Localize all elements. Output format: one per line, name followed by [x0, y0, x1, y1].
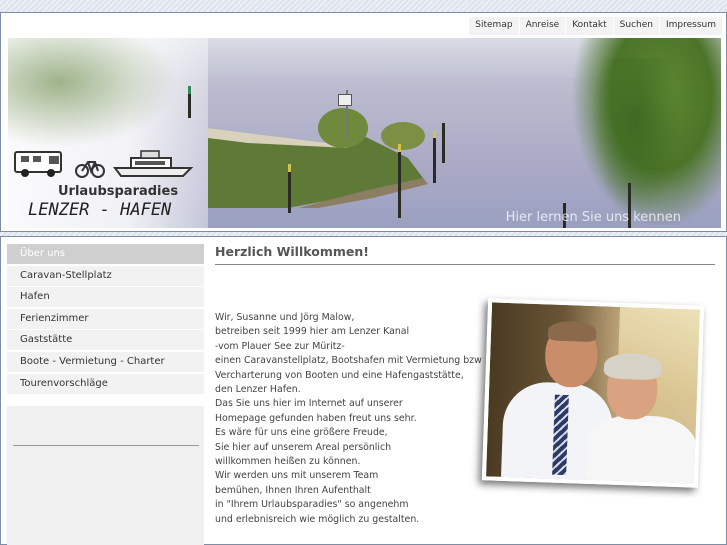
- title-divider: [215, 264, 715, 265]
- welcome-text: Wir, Susanne und Jörg Malow, betreiben s…: [215, 312, 482, 525]
- sidebar-divider: [13, 445, 199, 446]
- marker-pole: [442, 123, 445, 163]
- nav-kontakt-link[interactable]: Kontakt: [565, 17, 612, 35]
- banner-trees-right-dark: [591, 58, 681, 218]
- main-content: Herzlich Willkommen! Wir, Susanne und Jö…: [215, 244, 720, 525]
- logo-icons: [13, 148, 193, 178]
- nav-sitemap-link[interactable]: Sitemap: [468, 17, 518, 35]
- marker-pole-top: [433, 130, 436, 138]
- sidebar-item-ueber-uns[interactable]: Über uns: [7, 244, 204, 264]
- nav-suchen-link[interactable]: Suchen: [612, 17, 659, 35]
- sidebar-item-boote-vermietung-charter[interactable]: Boote - Vermietung - Charter: [7, 351, 204, 372]
- marker-pole: [433, 133, 436, 183]
- sidebar-menu: Über uns Caravan-Stellplatz Hafen Ferien…: [7, 244, 204, 545]
- header-banner-image: Urlaubsparadies LENZER - HAFEN Hier lern…: [8, 38, 721, 228]
- marker-pole: [288, 168, 291, 213]
- brand-name: LENZER - HAFEN: [28, 200, 172, 220]
- marker-pole: [398, 148, 401, 218]
- nav-impressum-link[interactable]: Impressum: [658, 17, 722, 35]
- sidebar-item-gaststaette[interactable]: Gaststätte: [7, 330, 204, 351]
- sidebar-item-tourenvorschlaege[interactable]: Tourenvorschläge: [7, 373, 204, 394]
- banner-caption: Hier lernen Sie uns kennen: [505, 210, 681, 225]
- owners-photo: [481, 298, 705, 488]
- sidebar-info-box: [7, 406, 204, 545]
- marker-pole-top: [398, 144, 401, 152]
- sidebar-item-caravan-stellplatz[interactable]: Caravan-Stellplatz: [7, 265, 204, 286]
- sign-board: [338, 94, 352, 106]
- marker-pole-top: [288, 164, 291, 172]
- nav-anreise-link[interactable]: Anreise: [518, 17, 566, 35]
- boat-icon: [113, 150, 193, 177]
- harbor-jetty-illustration: [208, 108, 428, 208]
- sidebar-item-hafen[interactable]: Hafen: [7, 287, 204, 308]
- top-navigation: Sitemap Anreise Kontakt Suchen Impressum: [468, 17, 722, 35]
- sidebar-item-ferienzimmer[interactable]: Ferienzimmer: [7, 308, 204, 329]
- brand-tagline: Urlaubsparadies: [58, 184, 179, 199]
- header: Sitemap Anreise Kontakt Suchen Impressum: [0, 12, 727, 232]
- camper-van-icon: [14, 151, 62, 177]
- top-decorative-strip: [0, 0, 727, 12]
- marker-pole-top: [188, 86, 191, 94]
- bicycle-icon: [75, 161, 105, 178]
- page-title: Herzlich Willkommen!: [215, 244, 369, 259]
- banner-left-trees: [8, 38, 178, 148]
